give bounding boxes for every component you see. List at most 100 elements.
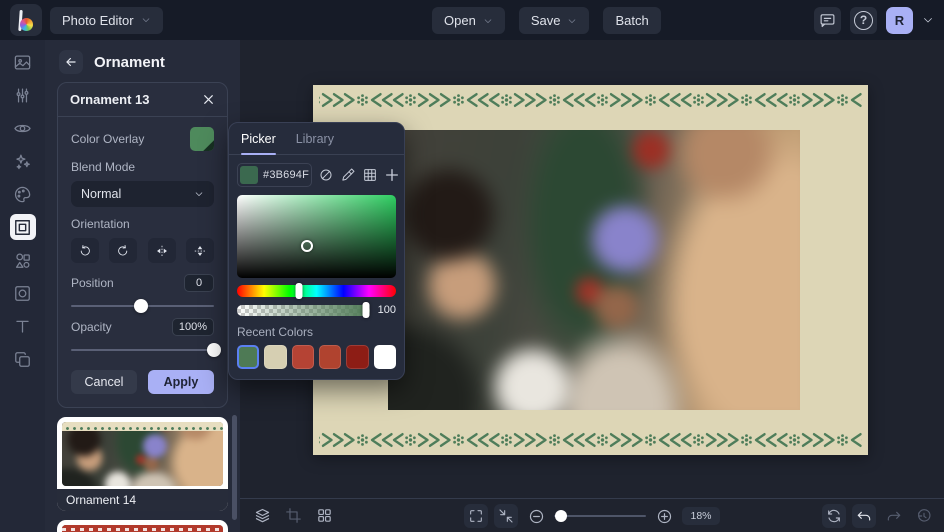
tool-sidebar [0, 40, 45, 532]
zoom-slider-knob[interactable] [555, 510, 568, 522]
fit-to-screen-icon [499, 509, 513, 523]
chevron-down-icon [195, 192, 203, 196]
position-value[interactable]: 0 [184, 274, 214, 292]
canvas-photo[interactable] [388, 130, 800, 410]
alpha-slider-knob[interactable] [362, 302, 370, 318]
eyedropper-button[interactable] [340, 166, 356, 184]
blend-mode-select[interactable]: Normal [71, 181, 214, 207]
grid-squares-icon [317, 509, 331, 522]
orientation-label: Orientation [71, 217, 130, 231]
recent-color-swatch[interactable] [291, 345, 315, 369]
history-clock-icon [918, 509, 931, 522]
card-title: Ornament 13 [70, 92, 150, 107]
flip-horizontal-button[interactable] [147, 238, 176, 263]
grid-view-button[interactable] [312, 504, 336, 528]
sliders-icon [16, 88, 29, 102]
picker-tabs: Picker Library [229, 123, 404, 155]
rotate-ccw-button[interactable] [71, 238, 99, 263]
history-button[interactable] [912, 504, 936, 528]
panel-scrollbar[interactable] [232, 415, 237, 520]
no-color-button[interactable] [318, 166, 334, 184]
ornament-thumbnail-next[interactable] [57, 520, 228, 532]
sidebar-item-overlays[interactable] [10, 280, 36, 306]
layers-button[interactable] [250, 504, 274, 528]
avatar[interactable]: R [886, 6, 913, 34]
opacity-value[interactable]: 100% [171, 318, 214, 336]
sidebar-item-frames[interactable] [9, 214, 36, 240]
sidebar-item-artsy[interactable] [10, 181, 36, 207]
position-slider[interactable] [71, 299, 214, 313]
ornament-thumbnail-14[interactable]: Ornament 14 [57, 417, 228, 511]
history-cluster [822, 504, 936, 528]
feedback-button[interactable] [814, 6, 841, 34]
opacity-label: Opacity [71, 320, 112, 334]
sidebar-item-touch-up[interactable] [10, 115, 36, 141]
close-icon[interactable] [202, 93, 215, 106]
top-bar: Photo Editor Open Save Batch ? R [0, 0, 944, 40]
befunky-logo-icon[interactable] [10, 4, 42, 36]
overlay-frame-icon [15, 285, 30, 301]
sidebar-item-image[interactable] [10, 49, 36, 75]
hex-input[interactable]: #3B694F [237, 163, 313, 187]
reset-button[interactable] [822, 504, 846, 528]
zoom-out-button[interactable] [524, 504, 548, 528]
minus-circle-icon [529, 509, 543, 523]
opacity-slider[interactable] [71, 343, 221, 357]
zoom-slider[interactable] [554, 510, 646, 522]
flip-vertical-button[interactable] [185, 238, 214, 263]
ornament-settings-card: Ornament 13 Color Overlay Blend Mode Nor… [57, 82, 228, 408]
apply-button[interactable]: Apply [148, 370, 214, 394]
account-chevron-down-icon[interactable] [922, 14, 934, 26]
sidebar-item-layers[interactable] [10, 346, 36, 372]
color-overlay-swatch[interactable] [190, 127, 214, 151]
panel-header: Ornament [45, 40, 240, 82]
sidebar-item-effects[interactable] [10, 148, 36, 174]
flip-horizontal-icon [156, 245, 167, 256]
batch-button[interactable]: Batch [603, 7, 661, 34]
recent-color-swatch[interactable] [373, 345, 397, 369]
rotate-cw-button[interactable] [109, 238, 138, 263]
recent-color-swatch[interactable] [319, 345, 342, 369]
save-button[interactable]: Save [518, 7, 590, 34]
undo-button[interactable] [852, 504, 876, 528]
hex-row: #3B694F [229, 155, 404, 187]
back-button[interactable] [59, 50, 83, 74]
help-button[interactable]: ? [850, 6, 877, 34]
card-body: Color Overlay Blend Mode Normal Orientat… [58, 117, 227, 407]
redo-button[interactable] [882, 504, 906, 528]
hue-slider-knob[interactable] [295, 283, 303, 299]
sidebar-item-text[interactable] [10, 313, 36, 339]
opacity-slider-knob[interactable] [207, 343, 221, 357]
position-slider-knob[interactable] [134, 299, 149, 313]
sidebar-item-graphics[interactable] [10, 247, 36, 273]
alpha-slider[interactable] [237, 302, 370, 318]
swatch-grid-button[interactable] [362, 166, 378, 184]
recent-color-swatch[interactable] [237, 345, 260, 369]
recent-colors-label: Recent Colors [237, 325, 314, 339]
recent-color-swatch[interactable] [264, 345, 287, 369]
zoom-in-button[interactable] [652, 504, 676, 528]
hex-value: #3B694F [263, 169, 310, 181]
color-picker-popup: Picker Library #3B694F 100 Recent Colors [228, 122, 405, 380]
tab-picker[interactable]: Picker [241, 132, 276, 154]
tab-library[interactable]: Library [296, 132, 334, 154]
fit-to-screen-button[interactable] [494, 504, 518, 528]
sidebar-item-adjust[interactable] [10, 82, 36, 108]
crop-button[interactable] [281, 504, 305, 528]
open-button[interactable]: Open [432, 7, 505, 34]
thumbnail-label: Ornament 14 [57, 489, 228, 511]
thumbnail-image [62, 422, 223, 486]
eye-icon [14, 124, 31, 132]
sv-cursor[interactable] [300, 239, 313, 252]
saturation-brightness-area[interactable] [237, 195, 396, 278]
add-color-button[interactable] [384, 166, 400, 184]
chevron-down-icon [142, 18, 149, 22]
rotate-cw-icon [118, 244, 128, 255]
zoom-level-value[interactable]: 18% [682, 507, 720, 525]
hue-slider[interactable] [237, 283, 396, 299]
app-switcher-button[interactable]: Photo Editor [50, 6, 163, 34]
recent-color-swatch[interactable] [346, 345, 369, 369]
document-actions: Open Save Batch [432, 7, 661, 34]
cancel-button[interactable]: Cancel [71, 370, 137, 394]
fullscreen-button[interactable] [464, 504, 488, 528]
